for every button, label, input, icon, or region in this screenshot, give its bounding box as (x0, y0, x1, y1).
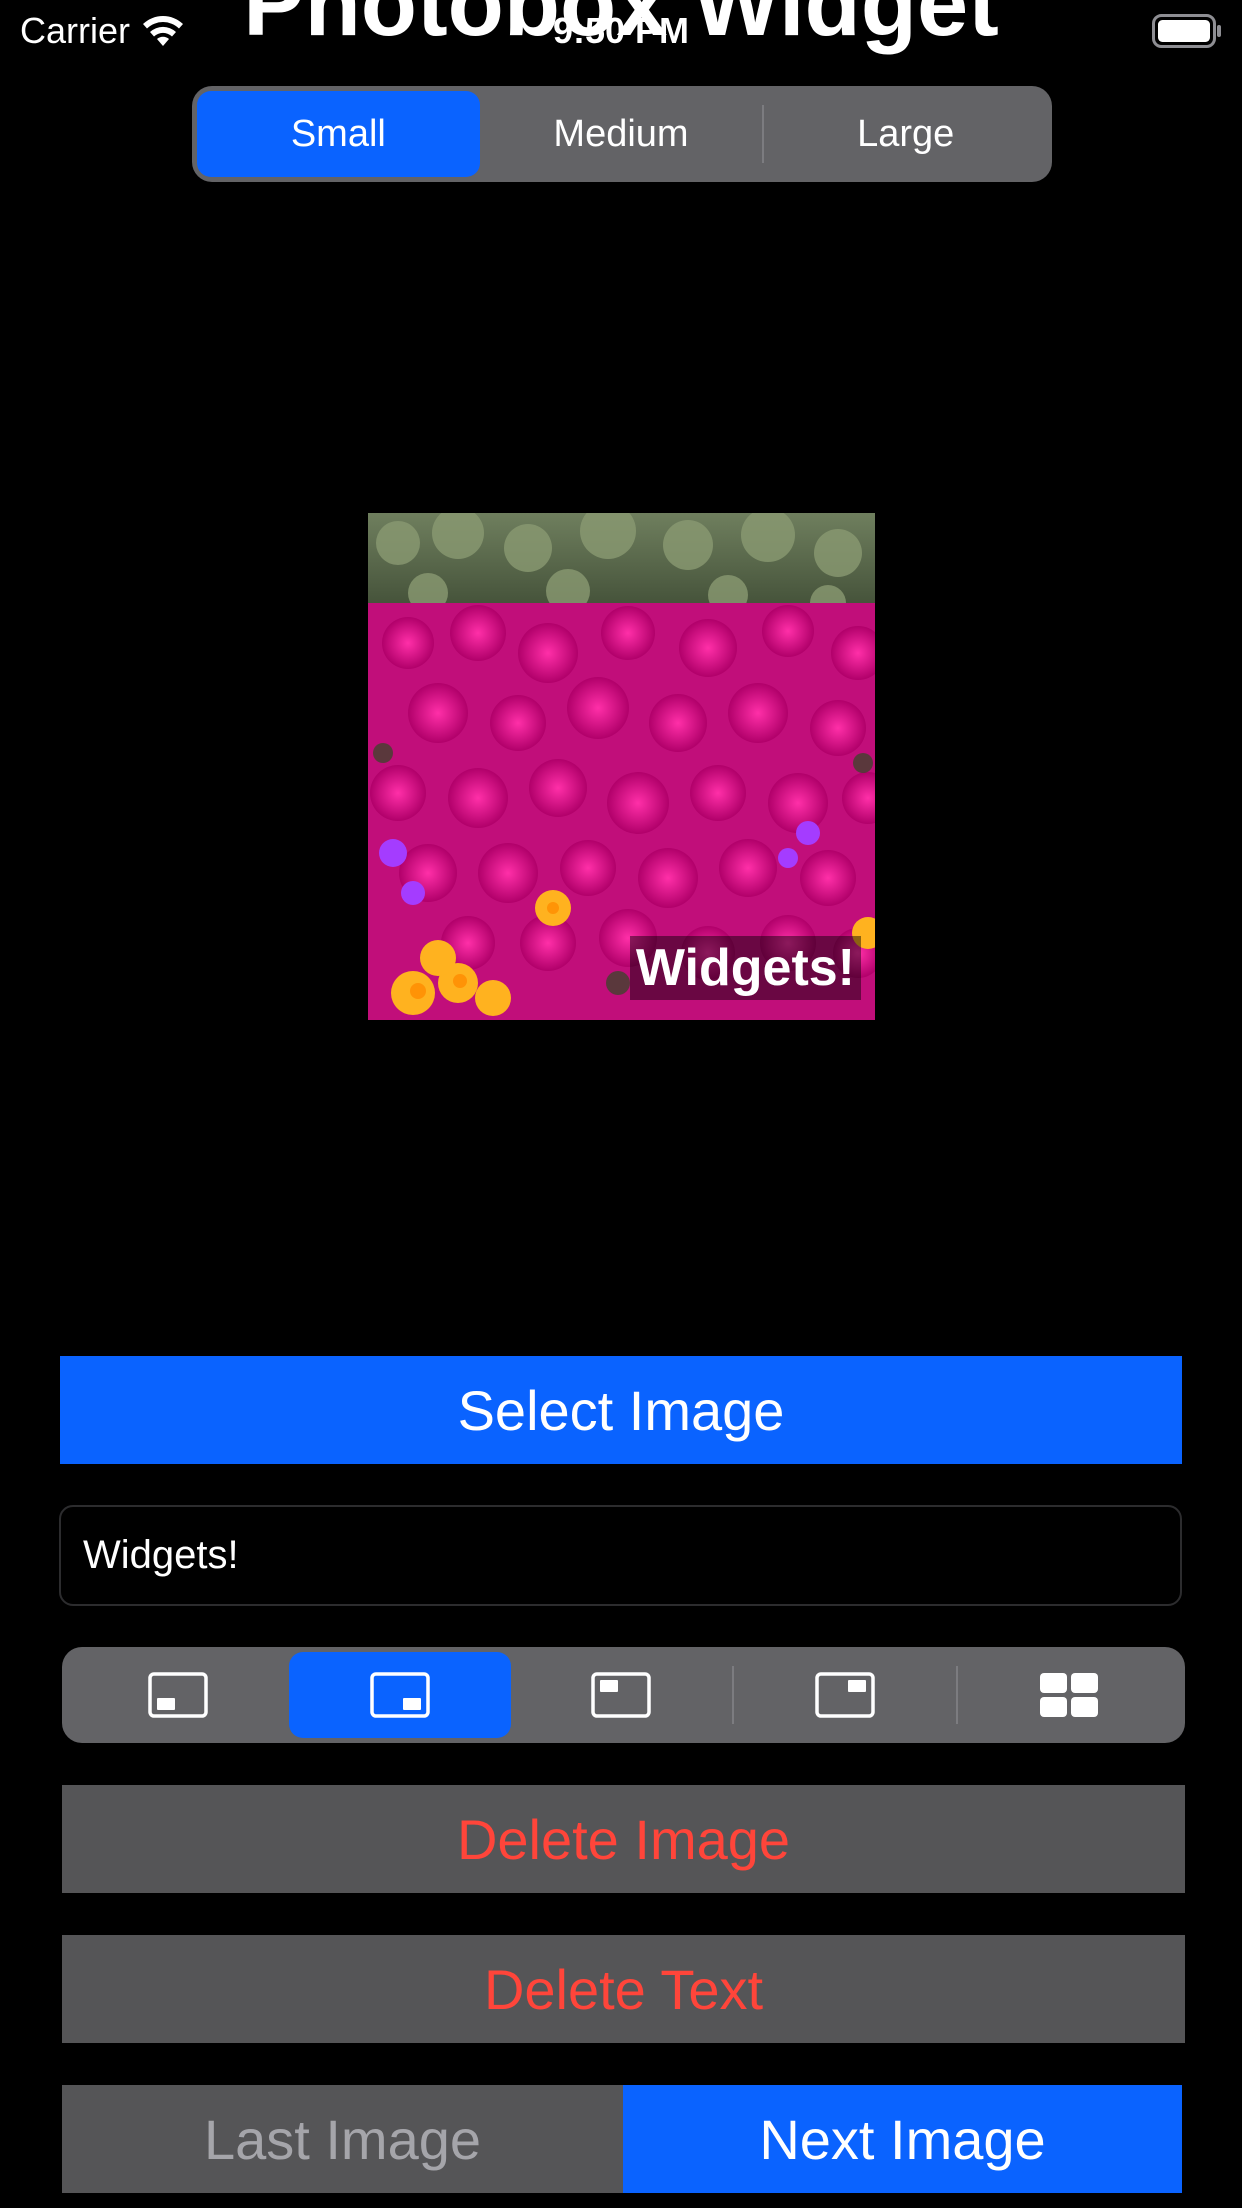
top-right-icon (815, 1672, 876, 1718)
position-top-left[interactable] (511, 1652, 733, 1738)
last-image-button[interactable]: Last Image (62, 2085, 623, 2193)
bottom-left-icon (148, 1672, 208, 1718)
status-time: 9:50 PM (552, 10, 690, 51)
caption-text-field[interactable]: Widgets! (59, 1505, 1182, 1606)
caption-position-picker[interactable] (62, 1647, 1185, 1743)
widget-size-picker[interactable]: Small Medium Large (192, 86, 1052, 182)
segment-large[interactable]: Large (764, 91, 1047, 177)
segment-medium[interactable]: Medium (480, 91, 763, 177)
top-left-icon (591, 1672, 652, 1718)
grid-icon (1040, 1673, 1099, 1717)
next-image-button[interactable]: Next Image (623, 2085, 1182, 2193)
delete-image-button[interactable]: Delete Image (62, 1785, 1185, 1893)
widget-preview: Widgets! (368, 513, 875, 1020)
position-bottom-right[interactable] (288, 1652, 511, 1738)
bottom-right-icon (369, 1672, 430, 1718)
position-bottom-left[interactable] (67, 1652, 289, 1738)
segment-small[interactable]: Small (197, 91, 480, 177)
position-top-right[interactable] (734, 1652, 956, 1738)
delete-text-button[interactable]: Delete Text (62, 1935, 1185, 2043)
select-image-button[interactable]: Select Image (60, 1356, 1182, 1464)
position-grid[interactable] (958, 1652, 1180, 1738)
preview-caption: Widgets! (629, 936, 861, 1000)
